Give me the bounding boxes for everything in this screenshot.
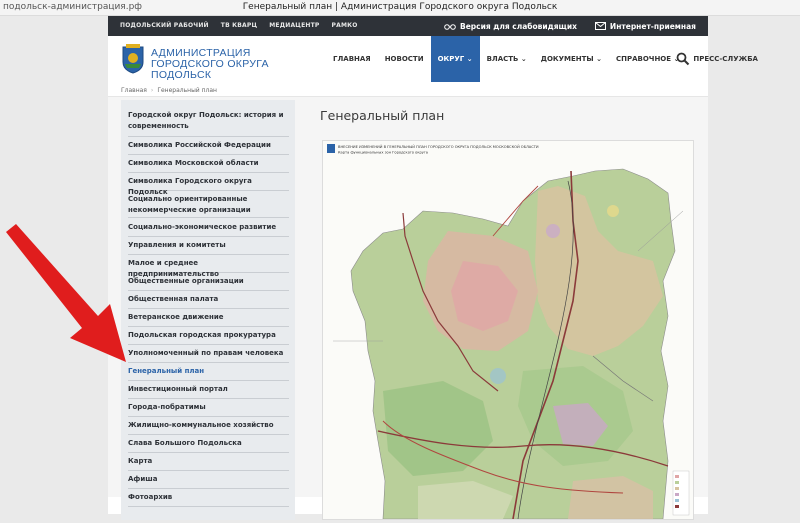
mail-icon <box>594 22 606 30</box>
internet-reception-label: Интернет-приемная <box>609 21 696 31</box>
sidebar-item-history[interactable]: Городской округ Подольск: история и совр… <box>128 110 289 137</box>
nav-documents[interactable]: ДОКУМЕНТЫ ⌄ <box>534 36 609 82</box>
sidebar-item-public-orgs[interactable]: Общественные организации <box>128 276 289 291</box>
sidebar-item-nko[interactable]: Социально ориентированные некоммерческие… <box>128 194 289 218</box>
sidebar-item-investment[interactable]: Инвестиционный портал <box>128 384 289 399</box>
sidebar-item-prosecutor[interactable]: Подольская городская прокуратура <box>128 330 289 345</box>
sidebar-item-small-business[interactable]: Малое и среднее предпринимательство <box>128 258 289 278</box>
browser-title-bar: подольск-администрация.рф Генеральный пл… <box>0 0 800 16</box>
internet-reception-link[interactable]: Интернет-приемная <box>594 21 696 31</box>
nav-documents-label: ДОКУМЕНТЫ <box>540 55 594 63</box>
chevron-down-icon: ⌄ <box>596 55 602 63</box>
vision-version-link[interactable]: Версия для слабовидящих <box>444 22 577 31</box>
sidebar-item-glory[interactable]: Слава Большого Подольска <box>128 438 289 453</box>
brand-name[interactable]: АДМИНИСТРАЦИЯ ГОРОДСКОГО ОКРУГА ПОДОЛЬСК <box>151 48 311 81</box>
top-link-ramko[interactable]: РАМКО <box>332 16 358 36</box>
page-title: Генеральный план <box>320 108 445 123</box>
nav-vlast[interactable]: ВЛАСТЬ ⌄ <box>480 36 534 82</box>
sidebar-item-housing[interactable]: Жилищно-коммунальное хозяйство <box>128 420 289 435</box>
map-header-line2: Карта функциональных зон Городского окру… <box>338 151 428 155</box>
top-tools: Версия для слабовидящих Интернет-приемна… <box>444 16 696 36</box>
vision-version-label: Версия для слабовидящих <box>459 21 577 31</box>
nav-reference-label: СПРАВОЧНОЕ <box>615 55 672 63</box>
sidebar-item-podolsk-symbols[interactable]: Символика Городского округа Подольск <box>128 176 289 196</box>
breadcrumb-current: Генеральный план <box>157 87 217 94</box>
coat-of-arms-logo[interactable] <box>121 44 145 74</box>
top-link-mediacenter[interactable]: МЕДИАЦЕНТР <box>269 16 319 36</box>
map-emblem-icon <box>327 144 335 153</box>
sidebar-item-ombudsman[interactable]: Уполномоченный по правам человека <box>128 348 289 363</box>
top-link-tv-kvarts[interactable]: ТВ КВАРЦ <box>221 16 257 36</box>
map-drawing: ВНЕСЕНИЕ ИЗМЕНЕНИЙ В ГЕНЕРАЛЬНЫЙ ПЛАН ГО… <box>323 141 693 520</box>
chevron-down-icon: ⌄ <box>520 55 527 63</box>
nav-news[interactable]: НОВОСТИ <box>378 36 431 82</box>
sidebar-item-map[interactable]: Карта <box>128 456 289 471</box>
glasses-icon <box>444 23 456 30</box>
sidebar-item-economic[interactable]: Социально-экономическое развитие <box>128 222 289 237</box>
search-icon[interactable] <box>676 52 690 66</box>
sidebar-item-photo-archive[interactable]: Фотоархив <box>128 492 289 507</box>
map-header-line1: ВНЕСЕНИЕ ИЗМЕНЕНИЙ В ГЕНЕРАЛЬНЫЙ ПЛАН ГО… <box>338 144 539 149</box>
sidebar-item-rf-symbols[interactable]: Символика Российской Федерации <box>128 140 289 155</box>
sidebar: Городской округ Подольск: история и совр… <box>121 100 295 520</box>
page: ПОДОЛЬСКИЙ РАБОЧИЙ ТВ КВАРЦ МЕДИАЦЕНТР Р… <box>108 16 758 520</box>
window-title: Генеральный план | Администрация Городск… <box>242 2 558 12</box>
sidebar-item-veterans[interactable]: Ветеранское движение <box>128 312 289 327</box>
general-plan-map-image[interactable]: ВНЕСЕНИЕ ИЗМЕНЕНИЙ В ГЕНЕРАЛЬНЫЙ ПЛАН ГО… <box>322 140 694 520</box>
nav-reference[interactable]: СПРАВОЧНОЕ ⌄ <box>609 36 686 82</box>
chevron-down-icon: ⌄ <box>466 55 473 63</box>
top-link-podolsky-rabochy[interactable]: ПОДОЛЬСКИЙ РАБОЧИЙ <box>120 16 209 36</box>
sidebar-item-mo-symbols[interactable]: Символика Московской области <box>128 158 289 173</box>
sidebar-item-twin-cities[interactable]: Города-побратимы <box>128 402 289 417</box>
breadcrumb: Главная › Генеральный план <box>121 87 217 94</box>
sidebar-item-public-chamber[interactable]: Общественная палата <box>128 294 289 309</box>
nav-okrug[interactable]: ОКРУГ ⌄ <box>430 36 480 82</box>
top-bar: ПОДОЛЬСКИЙ РАБОЧИЙ ТВ КВАРЦ МЕДИАЦЕНТР Р… <box>108 16 708 36</box>
brand-line-2: ГОРОДСКОГО ОКРУГА ПОДОЛЬСК <box>151 58 269 81</box>
nav-press[interactable]: ПРЕСС-СЛУЖБА <box>686 36 765 82</box>
nav-main[interactable]: ГЛАВНАЯ <box>326 36 378 82</box>
sidebar-item-departments[interactable]: Управления и комитеты <box>128 240 289 255</box>
breadcrumb-home[interactable]: Главная <box>121 87 147 94</box>
nav-okrug-label: ОКРУГ <box>437 55 465 63</box>
breadcrumb-separator: › <box>150 87 154 94</box>
main-nav: ГЛАВНАЯ НОВОСТИ ОКРУГ ⌄ ВЛАСТЬ ⌄ ДОКУМЕН… <box>326 36 765 82</box>
sidebar-item-general-plan[interactable]: Генеральный план <box>128 366 289 381</box>
sidebar-item-afisha[interactable]: Афиша <box>128 474 289 489</box>
top-links: ПОДОЛЬСКИЙ РАБОЧИЙ ТВ КВАРЦ МЕДИАЦЕНТР Р… <box>120 16 358 36</box>
nav-vlast-label: ВЛАСТЬ <box>486 55 519 63</box>
